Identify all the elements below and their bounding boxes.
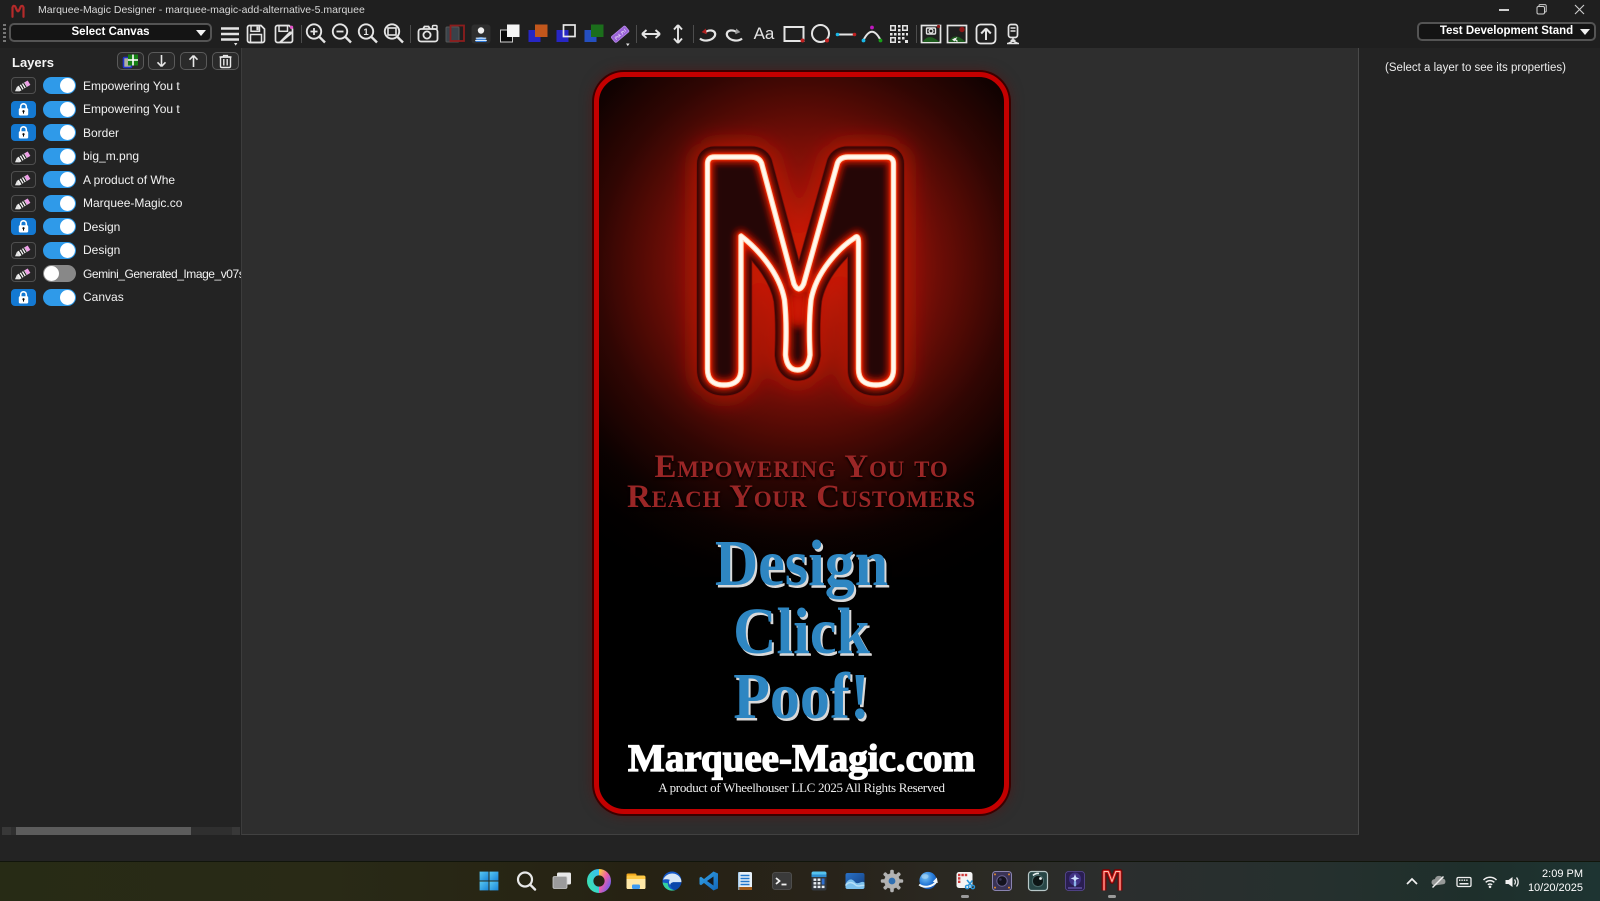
svg-text:Aa: Aa	[754, 24, 775, 43]
svg-text:1: 1	[363, 27, 369, 38]
